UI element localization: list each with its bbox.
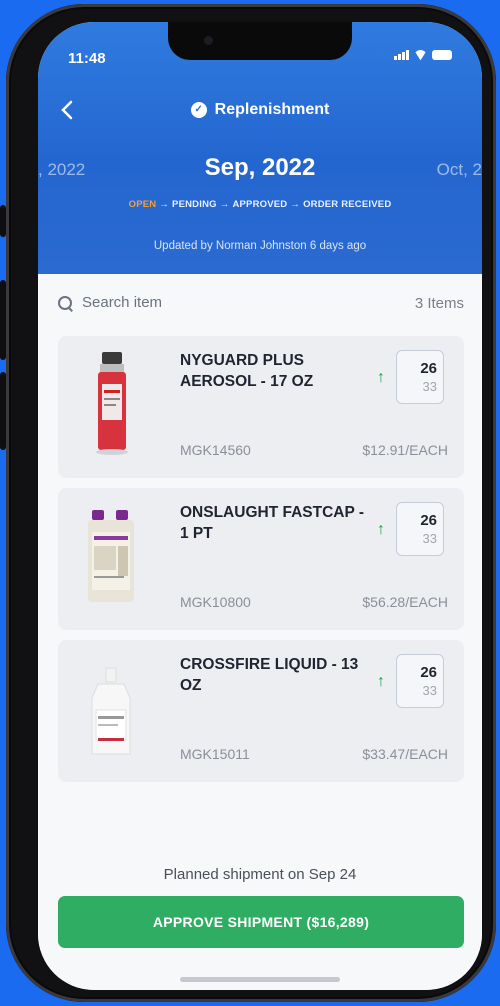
replenishment-icon: ✓ [190,102,207,118]
battery-icon [432,50,452,60]
approve-shipment-button[interactable]: APPROVE SHIPMENT ($16,289) [58,896,464,948]
nav-bar: ✓ Replenishment [38,98,482,124]
quantity-max: 33 [422,683,437,698]
product-price: $56.28/EACH [362,594,448,610]
quantity-max: 33 [422,531,437,546]
status-time: 11:48 [68,50,106,67]
phone-frame: 11:48 ✓ Replenishment , 2022 Sep, 2022 O… [6,4,496,1002]
page-title: ✓ Replenishment [38,101,482,119]
signal-icon [394,50,409,60]
product-sku: MGK10800 [180,594,251,610]
product-name: CROSSFIRE LIQUID - 13 OZ [180,656,359,694]
stage-open: OPEN [128,199,157,210]
camera-icon [204,36,213,45]
item-list-area: 3 Items NYGUARD PLUS AEROS [38,274,482,990]
product-image-aerosol [78,350,148,460]
arrow-up-icon: ↑ [377,521,385,538]
shipment-note: Planned shipment on Sep 24 [163,866,357,883]
quantity-box[interactable]: ↑ 26 33 [377,502,444,556]
arrow-up-icon: ↑ [377,673,385,690]
product-sku: MGK15011 [180,746,250,762]
status-icons [394,50,452,60]
quantity-max: 33 [422,379,437,394]
current-month: Sep, 2022 [204,154,316,181]
next-month[interactable]: Oct, 2 [437,160,482,180]
search-input[interactable] [82,294,322,311]
notch [168,22,352,60]
stage-arrow: → [219,199,230,210]
arrow-up-icon: ↑ [377,369,385,386]
quantity-box[interactable]: ↑ 26 33 [377,350,444,404]
product-name: ONSLAUGHT FASTCAP - 1 PT [180,504,364,542]
order-stages: OPEN → PENDING → APPROVED → ORDER RECEIVED [38,199,482,210]
stage-arrow: → [159,199,170,210]
wifi-icon [414,50,427,60]
search-bar: 3 Items [58,294,464,316]
item-card[interactable]: ONSLAUGHT FASTCAP - 1 PT ↑ 26 33 MGK1080… [58,488,464,630]
stage-order-received: ORDER RECEIVED [303,199,392,210]
product-price: $33.47/EACH [362,746,448,762]
quantity-current: 26 [420,512,437,529]
item-count: 3 Items [414,295,464,312]
updated-by-text: Updated by Norman Johnston 6 days ago [153,240,367,252]
product-image-bottle [78,502,148,612]
product-name: NYGUARD PLUS AEROSOL - 17 OZ [180,352,314,390]
item-card[interactable]: NYGUARD PLUS AEROSOL - 17 OZ ↑ 26 33 MGK… [58,336,464,478]
product-sku: MGK14560 [180,442,251,458]
app-screen: 11:48 ✓ Replenishment , 2022 Sep, 2022 O… [38,22,482,990]
stage-arrow: → [290,199,301,210]
page-title-text: Replenishment [214,101,330,118]
stage-pending: PENDING [172,199,217,210]
quantity-current: 26 [420,664,437,681]
quantity-current: 26 [420,360,437,377]
quantity-box[interactable]: ↑ 26 33 [377,654,444,708]
stage-approved: APPROVED [232,199,288,210]
month-selector: , 2022 Sep, 2022 Oct, 2 [38,154,482,184]
item-card[interactable]: CROSSFIRE LIQUID - 13 OZ ↑ 26 33 MGK1501… [58,640,464,782]
search-icon [58,296,73,311]
product-image-liquid [78,654,148,764]
home-indicator[interactable] [180,977,340,982]
product-price: $12.91/EACH [362,442,448,458]
